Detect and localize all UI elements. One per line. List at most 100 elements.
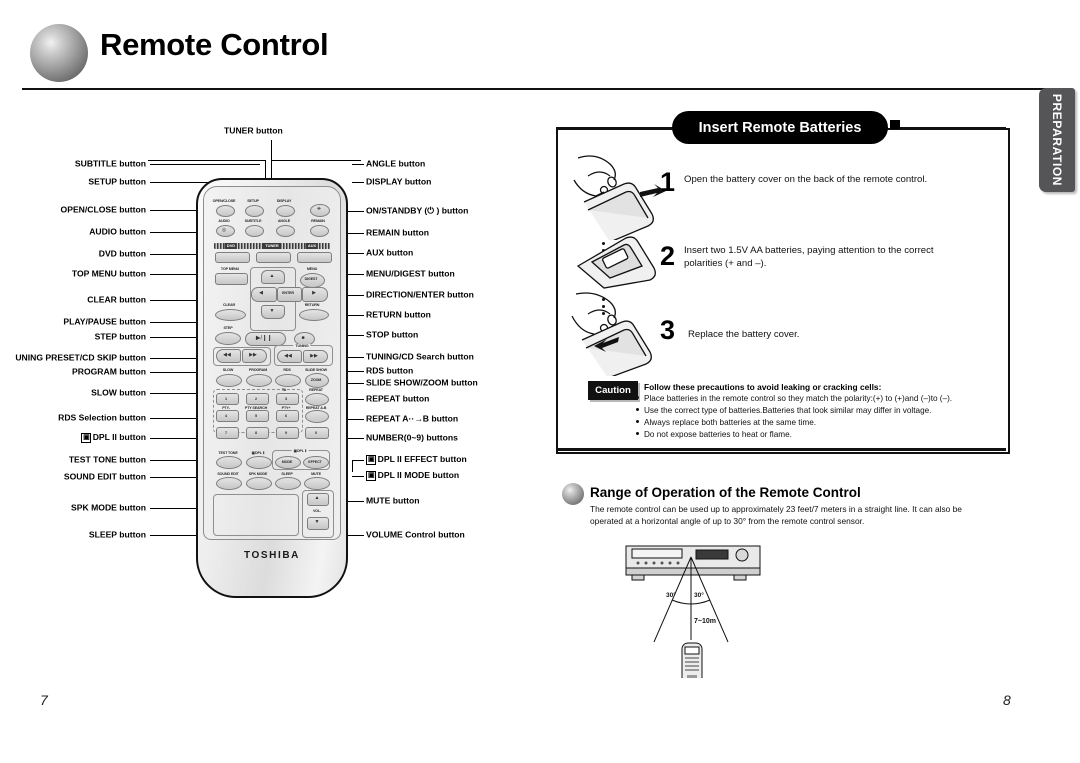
play-pause-icon: ▶/❙❙: [255, 335, 273, 342]
keypad-digit-1: 1: [225, 397, 227, 401]
button-repeat[interactable]: [305, 393, 329, 406]
button-subtitle[interactable]: [245, 225, 264, 237]
leader-line: [352, 164, 364, 165]
button-number-1[interactable]: [216, 393, 239, 405]
panel-border-right: [898, 127, 1006, 129]
tuning-up-icon: ▶▶: [310, 353, 318, 359]
keypad-digit-3: 3: [285, 397, 287, 401]
stop-icon: ■: [301, 335, 305, 341]
caption-display: DISPLAY: [276, 199, 292, 203]
button-dvd[interactable]: [215, 252, 250, 263]
dolby-logo-icon: ▣: [366, 471, 376, 481]
caption-clear: CLEAR: [223, 303, 235, 307]
callout-dvd: DVD button: [98, 248, 146, 259]
button-number-9[interactable]: [276, 427, 299, 439]
button-clear[interactable]: [215, 309, 246, 321]
leader-line: [271, 160, 361, 161]
caution-badge: Caution: [588, 381, 638, 400]
callout-display: DISPLAY button: [366, 176, 432, 187]
step-text-1: Open the battery cover on the back of th…: [684, 174, 928, 185]
button-direction-left[interactable]: [251, 287, 277, 302]
keypad-digit-7: 7: [225, 431, 227, 435]
button-number-2[interactable]: [246, 393, 269, 405]
callout-slow: SLOW button: [91, 387, 146, 398]
button-number-3[interactable]: [276, 393, 299, 405]
callout-clear: CLEAR button: [87, 294, 146, 305]
angle-label-right: 30°: [694, 592, 704, 599]
callout-volume-control: VOLUME Control button: [366, 529, 465, 540]
callout-on-standby: ON/STANDBY (⏻ ) button: [366, 205, 469, 216]
button-top-menu[interactable]: [215, 273, 248, 285]
callout-return: RETURN button: [366, 309, 431, 320]
caption-slide-show: SLIDE SHOW: [305, 368, 327, 372]
button-angle[interactable]: [276, 225, 295, 237]
button-number-5[interactable]: [246, 410, 269, 422]
button-spk-mode[interactable]: [246, 477, 272, 490]
caption-remain: REMAIN: [311, 219, 325, 223]
section-tab-preparation[interactable]: PREPARATION: [1039, 88, 1075, 192]
button-open-close[interactable]: [216, 205, 235, 217]
callout-top-menu: TOP MENU button: [71, 268, 146, 279]
button-sound-edit[interactable]: [216, 477, 242, 490]
range-section-body: The remote control can be used up to app…: [590, 504, 962, 526]
button-dpl2[interactable]: [246, 456, 272, 469]
insert-batteries-title: Insert Remote Batteries: [698, 119, 862, 136]
leader-line: [148, 160, 266, 161]
caution-item: Always replace both batteries at the sam…: [636, 418, 816, 428]
callout-step: STEP button: [94, 331, 146, 342]
caution-item: Use the correct type of batteries.Batter…: [636, 406, 931, 416]
button-number-6[interactable]: [276, 410, 299, 422]
button-sleep[interactable]: [275, 477, 301, 490]
step-text-2: Insert two 1.5V AA batteries, paying att…: [684, 245, 934, 269]
bullet-icon: [636, 396, 639, 399]
caption-test-tone: TEST TONE: [218, 451, 238, 455]
remote-control-illustration: OPEN/CLOSE SETUP DISPLAY ⎈ AUDIO ◎ SUBTI…: [196, 178, 348, 598]
panel-border-left: [556, 127, 674, 129]
chevron-down-icon: ▼: [269, 308, 275, 314]
angle-label-left: 30°: [666, 592, 676, 599]
caption-spk-mode: SPK MODE: [248, 472, 268, 476]
bullet-icon: [636, 420, 639, 423]
callout-dpl2-effect: ▣ DPL II EFFECT button: [366, 454, 467, 465]
bullet-icon: [636, 408, 639, 411]
caption-enter: ENTER: [282, 291, 294, 295]
panel-footer-rule: [556, 448, 1006, 451]
callout-number-buttons: NUMBER(0~9) buttons: [366, 432, 458, 443]
button-slow[interactable]: [216, 374, 242, 387]
button-tuner[interactable]: [256, 252, 291, 263]
button-number-7[interactable]: [216, 427, 239, 439]
callout-setup: SETUP button: [88, 176, 146, 187]
keypad-digit-6: 6: [285, 414, 287, 418]
dolby-logo-icon: ▣: [366, 455, 376, 465]
button-rds[interactable]: [275, 374, 301, 387]
button-number-8[interactable]: [246, 427, 269, 439]
button-test-tone[interactable]: [216, 456, 242, 469]
caption-subtitle: SUBTITLE: [244, 219, 262, 223]
callout-program: PROGRAM button: [72, 366, 146, 377]
skip-back-icon: ◀◀: [223, 352, 231, 358]
button-repeat-ab[interactable]: [305, 410, 329, 423]
keypad-digit-0: 0: [315, 431, 317, 435]
range-diagram: 30° 30° 7~10m: [624, 540, 774, 686]
gray-sphere-bullet-icon: [562, 483, 584, 505]
button-program[interactable]: [246, 374, 272, 387]
gray-sphere-bullet-icon: [30, 24, 88, 82]
caution-item: Do not expose batteries to heat or flame…: [636, 430, 792, 440]
chevron-right-icon: ▶: [312, 290, 316, 296]
button-return[interactable]: [299, 309, 329, 321]
callout-test-tone: TEST TONE button: [68, 454, 146, 465]
callout-mute: MUTE button: [366, 495, 420, 506]
caption-top-menu: TOP MENU: [220, 267, 240, 271]
caption-ta: TA: [281, 388, 287, 392]
button-aux[interactable]: [297, 252, 332, 263]
button-remain[interactable]: [310, 225, 329, 237]
callout-aux: AUX button: [366, 247, 414, 258]
keypad-digit-4: 4: [225, 414, 227, 418]
button-step[interactable]: [215, 332, 241, 345]
button-number-4[interactable]: [216, 410, 239, 422]
caption-repeat: REPEAT: [309, 388, 323, 392]
button-display[interactable]: [276, 205, 295, 217]
button-mute[interactable]: [304, 477, 330, 490]
button-setup[interactable]: [245, 205, 264, 217]
step-number-2: 2: [660, 241, 676, 271]
